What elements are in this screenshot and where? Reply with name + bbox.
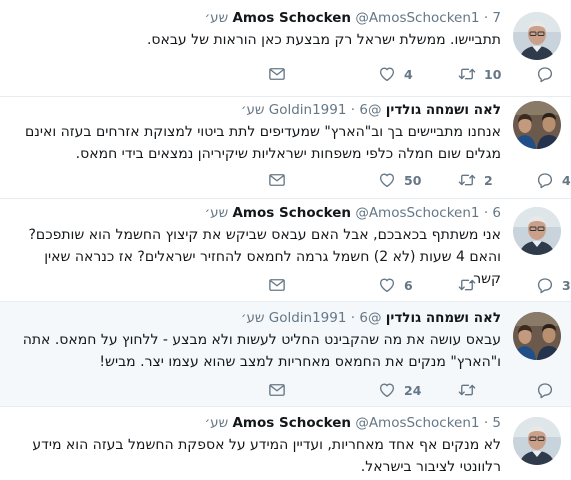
- heart-icon: [378, 381, 396, 399]
- tweet-header: לאה ושמחה גולדין @Goldin1991 · 6 שע׳: [18, 100, 501, 120]
- tweet-content: Amos Schocken @AmosSchocken1 · 5 שע׳ לא …: [18, 413, 501, 478]
- reply-count: 4: [562, 172, 571, 188]
- tweet-content: Amos Schocken @AmosSchocken1 · 7 שע׳ תתב…: [18, 8, 501, 51]
- retweet-count: 2: [484, 172, 493, 188]
- tweet-header: Amos Schocken @AmosSchocken1 · 5 שע׳: [18, 413, 501, 433]
- like-button[interactable]: 24: [378, 379, 421, 401]
- tweet-text: תתביישו. ממשלת ישראל רק מבצעת כאן הוראות…: [146, 32, 501, 48]
- reply-icon: [536, 65, 554, 83]
- display-name[interactable]: לאה ושמחה גולדין: [386, 102, 501, 118]
- reply-icon: [536, 276, 554, 294]
- user-handle[interactable]: @AmosSchocken1: [355, 415, 479, 431]
- display-name[interactable]: לאה ושמחה גולדין: [386, 310, 501, 326]
- reply-icon: [536, 381, 554, 399]
- tweet-content: לאה ושמחה גולדין @Goldin1991 · 6 שע׳ אנח…: [18, 100, 501, 165]
- envelope-icon: [268, 276, 286, 294]
- separator-dot: ·: [483, 205, 489, 221]
- tweet[interactable]: Amos Schocken @AmosSchocken1 · 6 שע׳ אני…: [0, 199, 571, 302]
- like-count: 6: [404, 277, 413, 293]
- display-name[interactable]: Amos Schocken: [232, 10, 351, 26]
- separator-dot: ·: [350, 310, 356, 326]
- tweet-content: לאה ושמחה גולדין @Goldin1991 · 6 שע׳ עבא…: [18, 308, 501, 373]
- separator-dot: ·: [483, 415, 489, 431]
- like-button[interactable]: 6: [378, 274, 413, 296]
- direct-message-button[interactable]: [268, 274, 286, 296]
- avatar[interactable]: [513, 101, 561, 149]
- like-count: 50: [404, 172, 422, 188]
- display-name[interactable]: Amos Schocken: [232, 415, 351, 431]
- heart-icon: [378, 276, 396, 294]
- retweet-count: 10: [484, 66, 502, 82]
- envelope-icon: [268, 171, 286, 189]
- retweet-button[interactable]: 10: [458, 63, 501, 85]
- like-count: 24: [404, 382, 422, 398]
- tweet[interactable]: Amos Schocken @AmosSchocken1 · 5 שע׳ לא …: [0, 407, 571, 480]
- like-count: 4: [404, 66, 413, 82]
- retweet-icon: [458, 381, 476, 399]
- avatar[interactable]: [513, 417, 561, 465]
- tweet[interactable]: לאה ושמחה גולדין @Goldin1991 · 6 שע׳ אנח…: [0, 97, 571, 199]
- direct-message-button[interactable]: [268, 63, 286, 85]
- retweet-icon: [458, 171, 476, 189]
- tweet-thread: Amos Schocken @AmosSchocken1 · 7 שע׳ תתב…: [0, 0, 571, 480]
- like-button[interactable]: 4: [378, 63, 413, 85]
- tweet-actions: 50 2 4: [268, 169, 571, 191]
- heart-icon: [378, 65, 396, 83]
- tweet-actions: 6 3: [268, 274, 571, 296]
- retweet-button[interactable]: [458, 274, 484, 296]
- heart-icon: [378, 171, 396, 189]
- retweet-button[interactable]: [458, 379, 484, 401]
- tweet-text: עבאס עושה את מה שהקבינט החליט לעשות ולא …: [22, 332, 501, 370]
- tweet-actions: 4 10: [268, 63, 558, 85]
- reply-count: 3: [562, 277, 571, 293]
- reply-button[interactable]: [536, 379, 562, 401]
- tweet[interactable]: Amos Schocken @AmosSchocken1 · 7 שע׳ תתב…: [0, 0, 571, 97]
- reply-button[interactable]: 3: [536, 274, 571, 296]
- tweet-actions: 24: [268, 379, 558, 401]
- tweet-text: אנחנו מתביישים בך וב"הארץ" שמעדיפים לתת …: [25, 124, 501, 162]
- display-name[interactable]: Amos Schocken: [232, 205, 351, 221]
- like-button[interactable]: 50: [378, 169, 421, 191]
- user-handle[interactable]: @AmosSchocken1: [355, 205, 479, 221]
- tweet[interactable]: לאה ושמחה גולדין @Goldin1991 · 6 שע׳ עבא…: [0, 302, 571, 407]
- avatar[interactable]: [513, 312, 561, 360]
- direct-message-button[interactable]: [268, 169, 286, 191]
- tweet-header: לאה ושמחה גולדין @Goldin1991 · 6 שע׳: [18, 308, 501, 328]
- envelope-icon: [268, 65, 286, 83]
- direct-message-button[interactable]: [268, 379, 286, 401]
- tweet-header: Amos Schocken @AmosSchocken1 · 6 שע׳: [18, 203, 501, 223]
- avatar[interactable]: [513, 207, 561, 255]
- envelope-icon: [268, 381, 286, 399]
- retweet-icon: [458, 276, 476, 294]
- reply-icon: [536, 171, 554, 189]
- tweet-header: Amos Schocken @AmosSchocken1 · 7 שע׳: [18, 8, 501, 28]
- avatar[interactable]: [513, 12, 561, 60]
- tweet-text: לא מנקים אף אחד מאחריות, ועדיין המידע על…: [32, 437, 501, 475]
- retweet-icon: [458, 65, 476, 83]
- retweet-button[interactable]: 2: [458, 169, 493, 191]
- separator-dot: ·: [350, 102, 356, 118]
- reply-button[interactable]: 4: [536, 169, 571, 191]
- separator-dot: ·: [483, 10, 489, 26]
- reply-button[interactable]: [536, 63, 562, 85]
- user-handle[interactable]: @AmosSchocken1: [355, 10, 479, 26]
